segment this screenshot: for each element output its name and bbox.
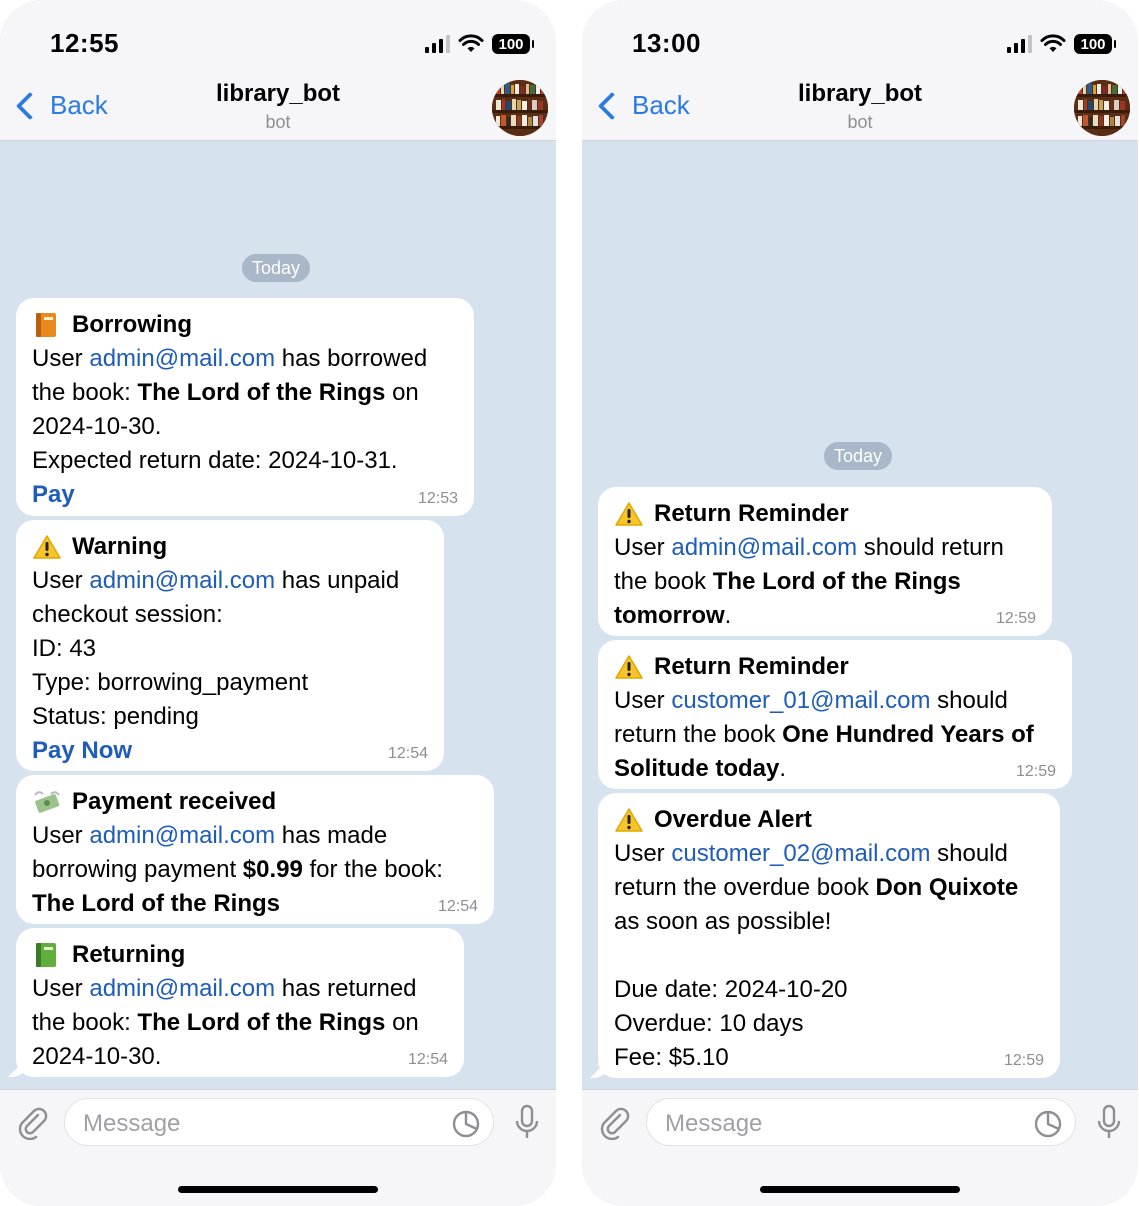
bot-avatar[interactable]: [492, 80, 548, 136]
message-time: 12:53: [417, 490, 458, 507]
message-bubble[interactable]: Warning User admin@mail.com has unpaid c…: [16, 520, 444, 771]
cellular-signal-icon: [1007, 35, 1032, 53]
message-body: User admin@mail.com has unpaid checkout …: [32, 567, 400, 730]
warning-icon: [32, 532, 62, 562]
message-body: User customer_01@mail.com should return …: [614, 687, 1034, 782]
battery-icon: 100: [492, 34, 534, 54]
status-icons: 100: [425, 32, 534, 56]
email-link[interactable]: admin@mail.com: [89, 567, 275, 594]
navigation-bar: 12:55 100 Back library_bot bot: [0, 0, 556, 141]
message-time: 12:54: [437, 898, 478, 915]
message-bubble[interactable]: Overdue Alert User customer_02@mail.com …: [590, 793, 1060, 1078]
battery-icon: 100: [1074, 34, 1116, 54]
message-bubble[interactable]: Return Reminder User admin@mail.com shou…: [598, 487, 1052, 636]
bookshelf-icon: [492, 80, 548, 136]
email-link[interactable]: admin@mail.com: [89, 822, 275, 849]
message-time: 12:54: [387, 745, 428, 762]
message-body: User admin@mail.com should return the bo…: [614, 534, 1004, 629]
warning-icon: [614, 805, 644, 835]
bot-avatar[interactable]: [1074, 80, 1130, 136]
message-bubble[interactable]: Return Reminder User customer_01@mail.co…: [598, 640, 1072, 789]
home-indicator: [760, 1186, 960, 1193]
message-header: Payment received: [32, 785, 478, 819]
message-time: 12:59: [1003, 1052, 1044, 1069]
message-body: User admin@mail.com has borrowed the boo…: [32, 345, 428, 474]
pay-now-link[interactable]: Pay Now: [32, 734, 428, 768]
message-placeholder: Message: [83, 1110, 181, 1137]
orange-book-icon: [32, 310, 62, 340]
paperclip-icon[interactable]: [598, 1106, 632, 1140]
message-time: 12:59: [995, 610, 1036, 627]
status-time: 13:00: [632, 28, 701, 58]
pay-link[interactable]: Pay: [32, 478, 458, 512]
warning-icon: [614, 499, 644, 529]
paperclip-icon[interactable]: [16, 1106, 50, 1140]
navigation-bar: 13:00 100 Back library_bot bot: [582, 0, 1138, 141]
phone-screen-right: 13:00 100 Back library_bot bot Today Ret…: [582, 0, 1138, 1206]
date-badge: Today: [824, 442, 893, 470]
cellular-signal-icon: [425, 35, 450, 53]
chat-subtitle: bot: [847, 112, 873, 132]
message-body: User admin@mail.com has returned the boo…: [32, 975, 419, 1070]
message-placeholder: Message: [665, 1110, 763, 1137]
green-book-icon: [32, 940, 62, 970]
chat-area[interactable]: Today Borrowing User admin@mail.com has …: [0, 141, 556, 1089]
message-input[interactable]: Message: [64, 1098, 494, 1146]
microphone-icon[interactable]: [514, 1104, 540, 1144]
message-header: Warning: [32, 530, 428, 564]
message-header: Return Reminder: [614, 650, 1056, 684]
message-header: Borrowing: [32, 308, 458, 342]
message-input[interactable]: Message: [646, 1098, 1076, 1146]
sticker-icon[interactable]: [451, 1109, 481, 1139]
message-time: 12:54: [407, 1051, 448, 1068]
email-link[interactable]: admin@mail.com: [89, 345, 275, 372]
chat-subtitle: bot: [265, 112, 291, 132]
message-body: User customer_02@mail.com should return …: [614, 840, 1019, 1071]
chat-area[interactable]: Today Return Reminder User admin@mail.co…: [582, 141, 1138, 1089]
bubble-tail: [590, 1058, 610, 1078]
message-bubble[interactable]: Payment received User admin@mail.com has…: [16, 775, 494, 924]
chat-title[interactable]: library_bot: [0, 80, 556, 108]
status-icons: 100: [1007, 32, 1116, 56]
status-time: 12:55: [50, 28, 119, 58]
phone-screen-left: 12:55 100 Back library_bot bot Today Bor…: [0, 0, 556, 1206]
sticker-icon[interactable]: [1033, 1109, 1063, 1139]
date-badge: Today: [242, 254, 311, 282]
bookshelf-icon: [1074, 80, 1130, 136]
message-header: Return Reminder: [614, 497, 1036, 531]
bubble-tail: [8, 1057, 28, 1077]
message-header: Overdue Alert: [614, 803, 1044, 837]
email-link[interactable]: admin@mail.com: [671, 534, 857, 561]
message-bubble[interactable]: Borrowing User admin@mail.com has borrow…: [16, 298, 474, 516]
message-time: 12:59: [1015, 763, 1056, 780]
wifi-icon: [458, 34, 484, 52]
email-link[interactable]: customer_01@mail.com: [671, 687, 930, 714]
warning-icon: [614, 652, 644, 682]
chat-title[interactable]: library_bot: [582, 80, 1138, 108]
email-link[interactable]: admin@mail.com: [89, 975, 275, 1002]
message-body: User admin@mail.com has made borrowing p…: [32, 822, 443, 917]
message-bubble[interactable]: Returning User admin@mail.com has return…: [8, 928, 464, 1077]
microphone-icon[interactable]: [1096, 1104, 1122, 1144]
wifi-icon: [1040, 34, 1066, 52]
money-with-wings-icon: [32, 787, 62, 817]
message-header: Returning: [32, 938, 448, 972]
home-indicator: [178, 1186, 378, 1193]
email-link[interactable]: customer_02@mail.com: [671, 840, 930, 867]
